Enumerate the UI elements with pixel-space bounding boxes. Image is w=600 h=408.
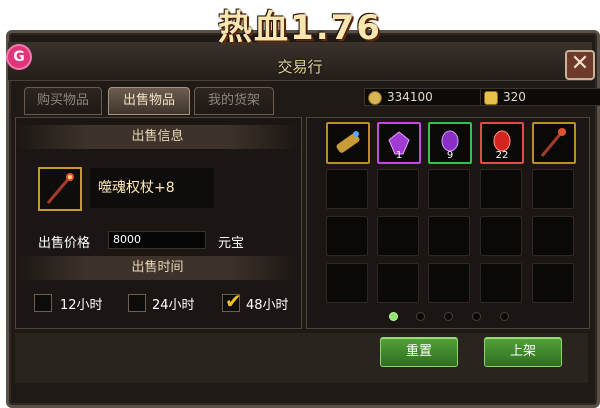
inventory-slot[interactable]: 22 [480, 122, 524, 164]
sell-info-header: 出售信息 [16, 125, 299, 149]
inventory-slot[interactable] [532, 216, 574, 256]
inventory-slot[interactable] [326, 263, 368, 303]
inventory-slot[interactable] [480, 216, 522, 256]
inventory-slot[interactable] [480, 169, 522, 209]
inventory-slot[interactable]: 1 [377, 122, 421, 164]
selected-item-slot[interactable] [38, 167, 82, 211]
inventory-slot[interactable] [480, 263, 522, 303]
item-name: 噬魂权杖+8 [90, 168, 214, 208]
price-label: 出售价格 [38, 236, 91, 251]
inventory-slot[interactable]: 9 [428, 122, 472, 164]
tab-my-shelf[interactable]: 我的货架 [194, 87, 274, 115]
item-count: 22 [495, 150, 509, 161]
price-input[interactable]: 8000 [108, 231, 206, 249]
page-dot-3[interactable] [444, 312, 453, 321]
page-dot-5[interactable] [500, 312, 509, 321]
item-count: 9 [446, 150, 454, 161]
page-dot-1[interactable] [389, 312, 398, 321]
close-icon: ✕ [570, 51, 590, 76]
app-icon[interactable]: G [8, 46, 30, 68]
reset-button[interactable]: 重置 [380, 337, 458, 367]
inventory-slot[interactable] [377, 216, 419, 256]
inventory-slot[interactable] [428, 169, 470, 209]
yuanbao-amount: 320 [503, 90, 526, 104]
close-button[interactable]: ✕ [565, 50, 595, 80]
option-48h-label: 48小时 [246, 298, 289, 313]
page-dot-2[interactable] [416, 312, 425, 321]
inventory-slot[interactable] [326, 169, 368, 209]
tab-buy-items[interactable]: 购买物品 [24, 87, 102, 115]
inventory-slot[interactable] [326, 216, 368, 256]
inventory-slot[interactable] [532, 263, 574, 303]
inventory-slot[interactable] [428, 263, 470, 303]
window-title: 交易行 [277, 58, 323, 76]
inventory-slot[interactable] [377, 169, 419, 209]
gold-coin-icon [368, 91, 382, 105]
page-dot-4[interactable] [472, 312, 481, 321]
sell-time-header: 出售时间 [16, 256, 299, 280]
inventory-slot[interactable] [377, 263, 419, 303]
option-24h-label: 24小时 [152, 298, 195, 313]
inventory-slot[interactable] [532, 122, 576, 164]
scepter-icon [46, 173, 74, 204]
checkbox-12h[interactable] [34, 294, 52, 312]
golden-scroll-icon [336, 131, 360, 153]
gold-balance: 334100 [364, 88, 488, 106]
gold-amount: 334100 [387, 90, 433, 104]
inventory-slot[interactable] [428, 216, 470, 256]
checkbox-24h[interactable] [128, 294, 146, 312]
yuanbao-balance: 320 [480, 88, 600, 106]
price-unit: 元宝 [218, 236, 245, 251]
game-logo: 热血1.76 [218, 8, 382, 48]
option-12h-label: 12小时 [60, 298, 103, 313]
scepter-icon [540, 128, 566, 157]
inventory-slot[interactable] [532, 169, 574, 209]
list-item-button[interactable]: 上架 [484, 337, 562, 367]
tab-sell-items[interactable]: 出售物品 [108, 87, 190, 115]
yuanbao-icon [484, 91, 498, 105]
inventory-slot[interactable] [326, 122, 370, 164]
checkbox-48h[interactable]: ✔ [222, 289, 242, 313]
item-count: 1 [395, 150, 403, 161]
checkmark-icon: ✔ [225, 289, 242, 313]
